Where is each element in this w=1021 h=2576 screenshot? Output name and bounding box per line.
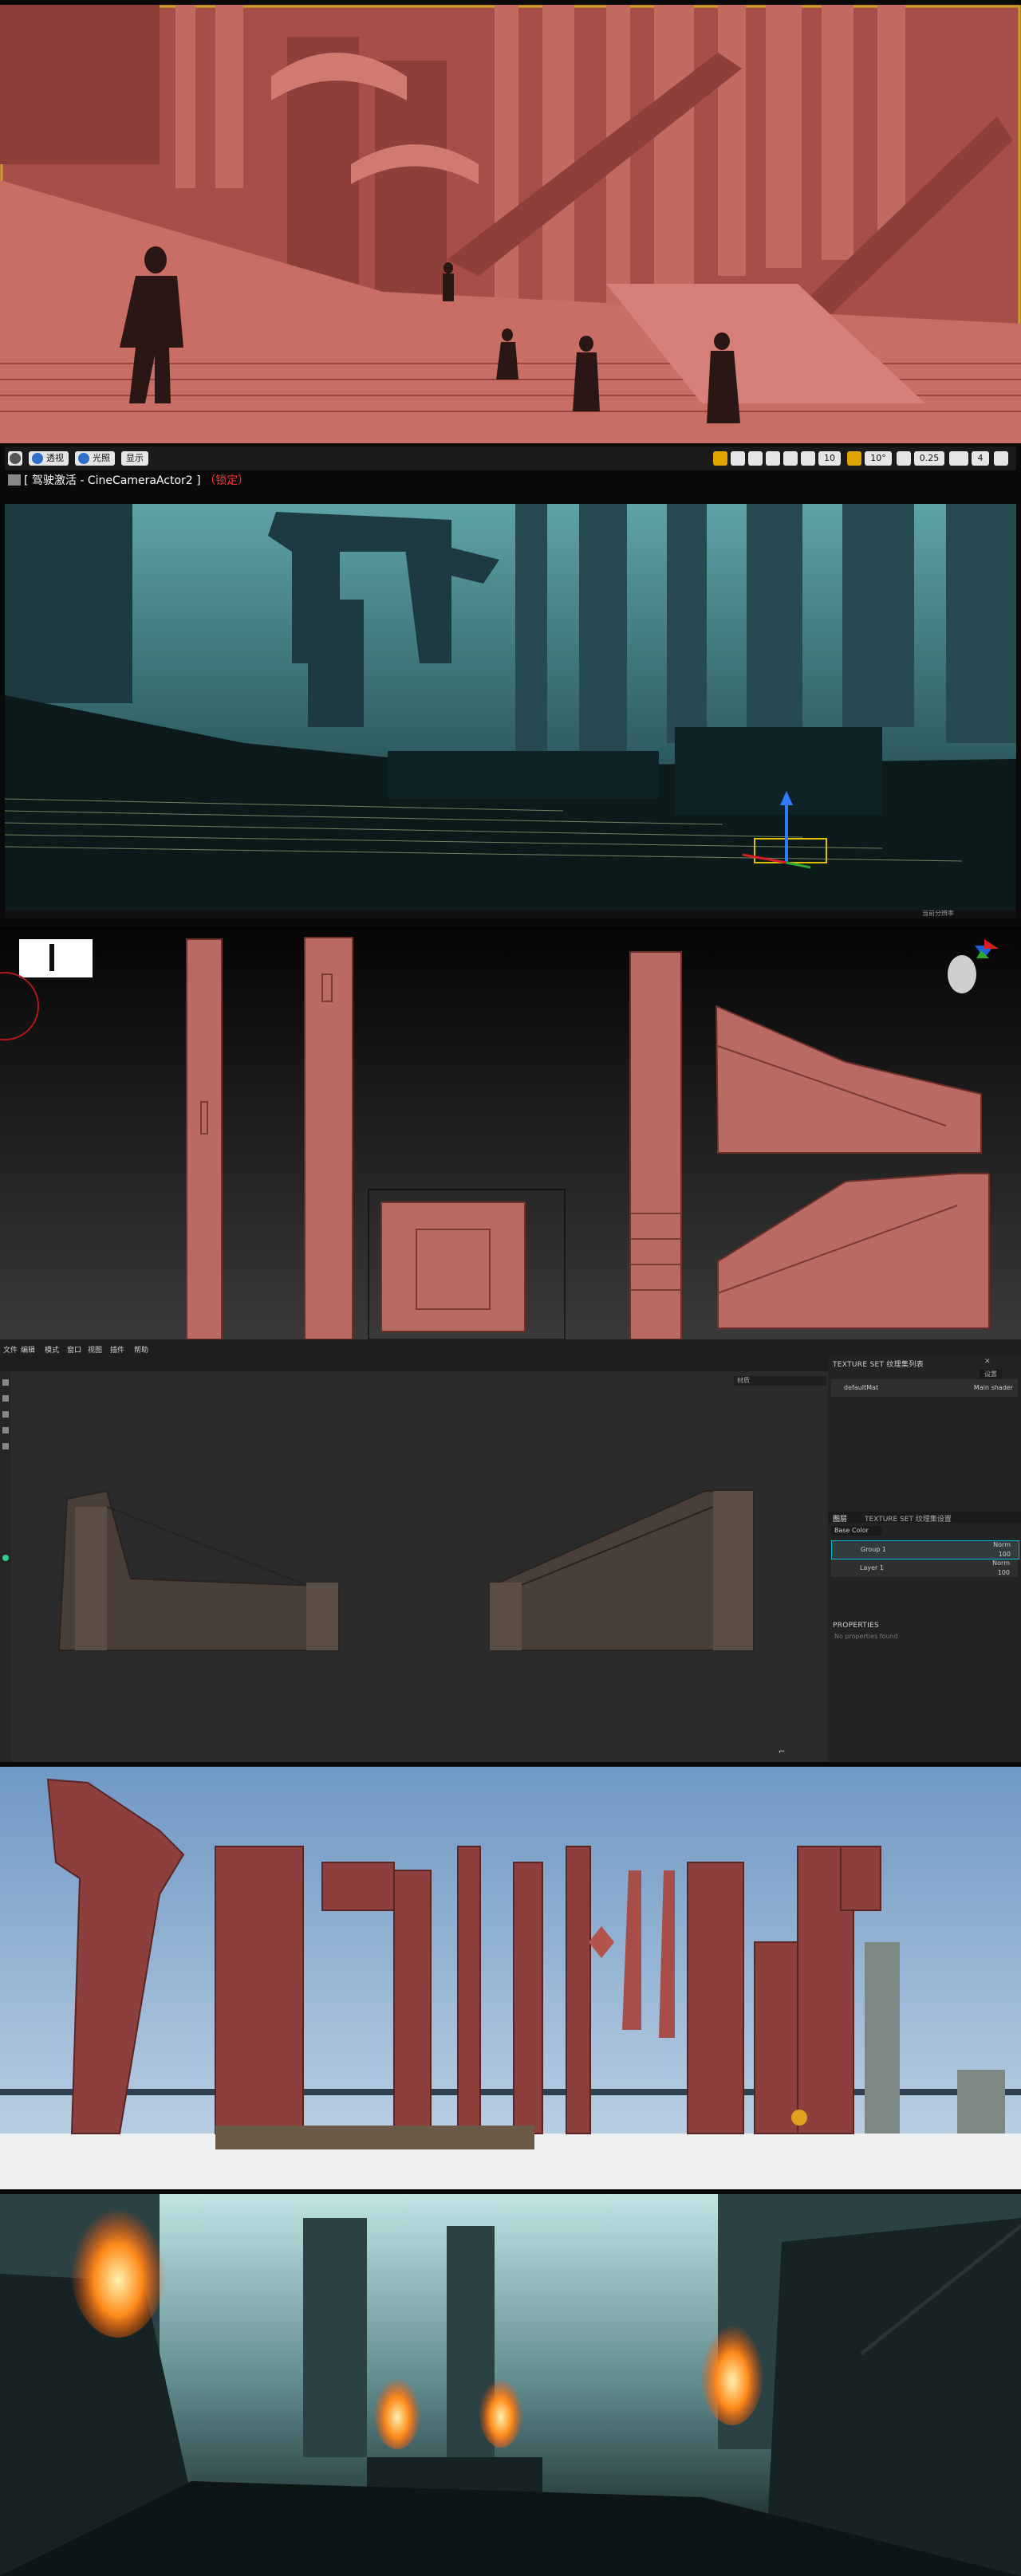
scale-icon[interactable] — [748, 451, 763, 466]
grid-snap-icon[interactable] — [801, 451, 815, 466]
tab-texture-set-settings[interactable]: TEXTURE SET 纹理集设置 — [865, 1513, 952, 1524]
brush-preview — [19, 939, 93, 977]
layer-row-group[interactable]: Group 1 Norm 100 — [831, 1540, 1019, 1559]
surface-snap-icon[interactable] — [783, 451, 798, 466]
properties-title: PROPERTIES — [833, 1622, 880, 1630]
properties-empty-text: No properties found — [834, 1633, 898, 1640]
asset-lineup-scene — [0, 1767, 1021, 2189]
lit-button[interactable]: 光照 — [75, 451, 115, 466]
rotate-icon[interactable] — [731, 451, 745, 466]
texture-set-row[interactable]: defaultMat Main shader — [831, 1379, 1018, 1397]
layer-row-layer[interactable]: Layer 1 Norm 100 — [831, 1559, 1018, 1577]
texture-set-settings-button[interactable]: 设置 — [980, 1370, 1002, 1378]
camera-speed-value[interactable]: 4 — [972, 451, 989, 466]
sculpt-viewport[interactable] — [0, 926, 1021, 1339]
menu-file[interactable]: 文件 — [3, 1344, 18, 1355]
perspective-button[interactable]: 透视 — [29, 451, 69, 466]
rotation-value[interactable]: 10° — [865, 451, 892, 466]
svg-text:⌐: ⌐ — [779, 1748, 785, 1756]
maximize-icon[interactable] — [994, 451, 1008, 466]
world-local-icon[interactable] — [766, 451, 780, 466]
painter-viewport[interactable]: 材质 ⌐ — [11, 1371, 828, 1762]
eraser-icon[interactable] — [2, 1395, 9, 1402]
asset-lineup-viewport[interactable] — [0, 1767, 1021, 2189]
painter-right-panel: TEXTURE SET 纹理集列表 ✕ 设置 defaultMat Main s… — [828, 1355, 1021, 1762]
menu-mode[interactable]: 模式 — [45, 1344, 59, 1355]
menu-plugins[interactable]: 插件 — [110, 1344, 124, 1355]
paint-brush-icon[interactable] — [2, 1379, 9, 1386]
smudge-icon[interactable] — [2, 1427, 9, 1434]
blockout-scene — [0, 5, 1021, 443]
channel-select[interactable]: Base Color — [831, 1526, 882, 1536]
blockout-viewport[interactable] — [0, 5, 1021, 443]
projection-icon[interactable] — [2, 1411, 9, 1418]
menu-icon — [10, 453, 21, 464]
tab-layers[interactable]: 图层 — [833, 1513, 847, 1524]
painter-scene: ⌐ — [57, 1489, 785, 1756]
viewport-toolbar: 透视 光照 显示 10 10° 0.25 4 — [5, 446, 1016, 470]
translate-icon[interactable] — [713, 451, 727, 466]
show-button[interactable]: 显示 — [121, 451, 148, 466]
menu-help[interactable]: 帮助 — [134, 1344, 148, 1355]
final-render-viewport — [0, 2194, 1021, 2576]
grid-value[interactable]: 10 — [818, 451, 841, 466]
menu-view[interactable]: 视图 — [88, 1344, 102, 1355]
rotation-snap-icon[interactable] — [847, 451, 861, 466]
polygon-fill-icon[interactable] — [2, 1555, 9, 1561]
close-icon[interactable]: ✕ — [984, 1358, 991, 1366]
menu-edit[interactable]: 编辑 — [21, 1344, 35, 1355]
viewport-options-button[interactable] — [8, 451, 22, 466]
final-render-scene — [0, 2194, 1021, 2576]
clone-icon[interactable] — [2, 1443, 9, 1449]
fog-scene — [5, 504, 1016, 910]
perspective-icon — [32, 453, 43, 464]
pilot-status: [ 驾驶激活 - CineCameraActor2 ] （锁定） — [8, 472, 249, 490]
viewport-statusbar: 当前分辨率 — [5, 910, 1016, 918]
lit-icon — [78, 453, 89, 464]
camera-viewport[interactable] — [5, 504, 1016, 910]
texture-set-list-title: TEXTURE SET 纹理集列表 — [833, 1361, 924, 1369]
layers-tabbar: 图层 TEXTURE SET 纹理集设置 — [828, 1512, 1021, 1524]
camera-speed-icon[interactable] — [949, 451, 968, 466]
painter-tool-strip — [0, 1371, 11, 1762]
sculpt-scene — [0, 926, 1021, 1339]
scale-value[interactable]: 0.25 — [914, 451, 944, 466]
menu-window[interactable]: 窗口 — [67, 1344, 81, 1355]
scale-snap-icon[interactable] — [897, 451, 911, 466]
pilot-camera-icon[interactable] — [8, 474, 21, 486]
